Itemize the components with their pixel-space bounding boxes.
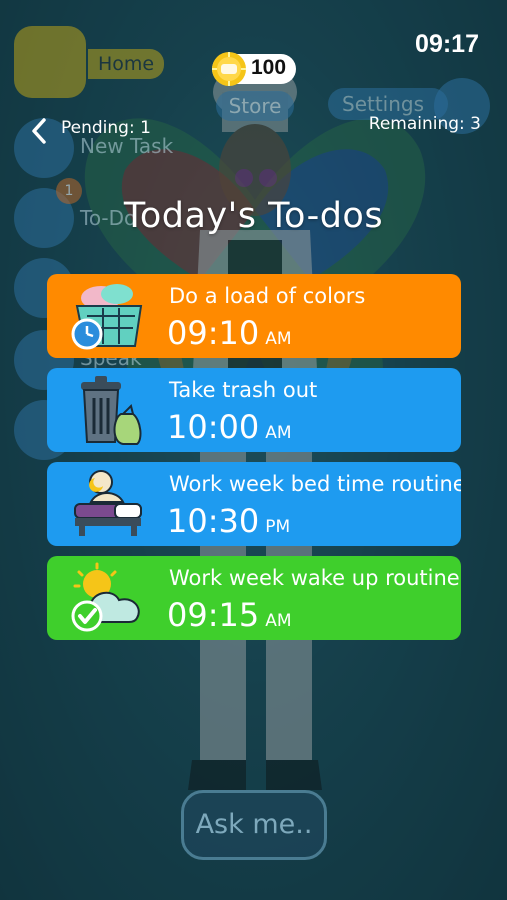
todo-time-value: 09:15 [167,596,260,634]
coin-count: 100 [251,56,287,79]
ask-me-button[interactable]: Ask me.. [181,790,327,860]
todo-time-ampm: PM [265,517,291,537]
todo-time-ampm: AM [265,611,292,631]
home-icon [14,26,86,98]
trash-can-icon [81,376,142,445]
todo-title: Take trash out [169,378,318,402]
todo-title: Do a load of colors [169,284,366,308]
todo-card-laundry[interactable]: Do a load of colors 09:10 AM [47,274,461,358]
todo-card-trash[interactable]: Take trash out 10:00 AM [47,368,461,452]
todo-title: Work week wake up routine [169,566,460,590]
bed-icon [74,470,142,536]
coin-icon [212,52,246,86]
remaining-count: Remaining: 3 [368,114,481,134]
sun-cloud-icon [71,562,140,632]
todo-time-ampm: AM [265,423,292,443]
home-menu-label: Home [88,49,165,79]
todo-card-bedtime[interactable]: Work week bed time routine 10:30 PM [47,462,461,546]
store-menu-label: Store [216,91,294,121]
todo-time-value: 10:00 [167,408,260,446]
pending-count: Pending: 1 [61,118,151,138]
todo-time-value: 10:30 [167,502,260,540]
todo-time: 09:15 AM [167,596,292,634]
back-chevron-icon[interactable] [28,116,50,146]
status-clock: 09:17 [415,30,479,58]
todo-title: Work week bed time routine [169,472,461,496]
page-title: Today's To-dos [123,196,384,236]
todo-time: 09:10 AM [167,314,292,352]
todo-time: 10:30 PM [167,502,290,540]
todo-card-wakeup[interactable]: Work week wake up routine 09:15 AM [47,556,461,640]
laundry-basket-icon [71,284,143,350]
todo-time-value: 09:10 [167,314,260,352]
todo-time-ampm: AM [265,329,292,349]
todo-time: 10:00 AM [167,408,292,446]
